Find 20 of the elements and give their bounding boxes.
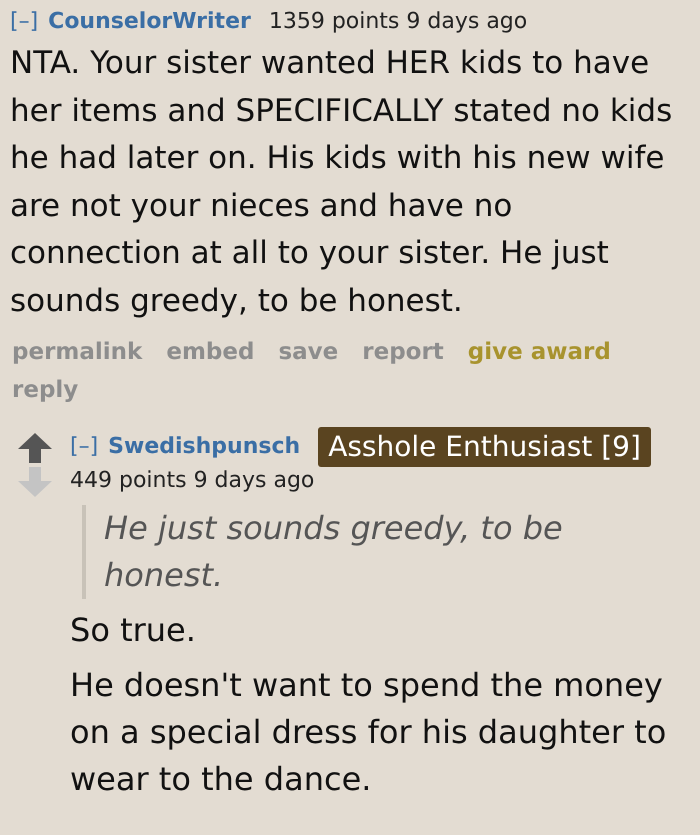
action-link[interactable]: report <box>362 335 444 369</box>
score: 449 points <box>70 467 187 495</box>
timestamp: 9 days ago <box>406 8 528 36</box>
action-link[interactable]: save <box>278 335 338 369</box>
author-link[interactable]: CounselorWriter <box>48 6 251 38</box>
comment-text: So true. <box>70 610 197 651</box>
timestamp: 9 days ago <box>194 467 314 495</box>
quote-text: He just sounds greedy, to be honest. <box>104 508 564 596</box>
action-link[interactable]: permalink <box>12 335 142 369</box>
upvote-arrow-icon[interactable] <box>18 433 52 463</box>
collapse-toggle[interactable]: [–] <box>70 431 98 463</box>
comment-text: NTA. Your sister wanted HER kids to have her items and SPECIFICALLY stated no kids he had later on. His kids with his new wife are not your nieces and have no connection at all to your sister. He just sounds greedy, to be honest. <box>10 44 674 320</box>
collapse-toggle[interactable]: [–] <box>10 6 38 38</box>
comment-text: He doesn't want to spend the money on a special dress for his daughter to wear to the dance. <box>70 665 668 800</box>
action-link[interactable]: reply <box>12 373 78 407</box>
award-link[interactable]: give award <box>468 335 611 369</box>
score: 1359 points <box>268 8 400 36</box>
user-flair: Asshole Enthusiast [9] <box>318 427 651 467</box>
action-link[interactable]: embed <box>166 335 254 369</box>
author-link[interactable]: Swedishpunsch <box>108 431 300 463</box>
